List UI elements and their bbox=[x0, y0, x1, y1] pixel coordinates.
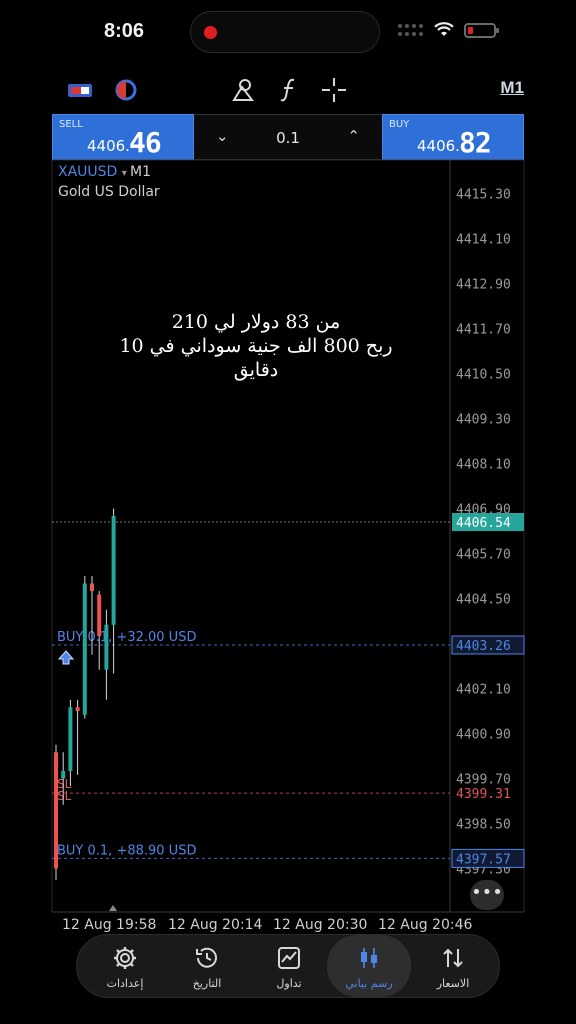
symbol-name: XAUUSD bbox=[58, 164, 118, 180]
buy-position-line-1-label: BUY 0.1, +32.00 USD bbox=[57, 630, 196, 645]
time-axis-label: 12 Aug 20:30 bbox=[273, 917, 367, 933]
buy-price-big: 82 bbox=[459, 126, 492, 159]
time-scroll-marker-icon bbox=[109, 905, 117, 911]
more-options-button[interactable]: ••• bbox=[470, 880, 504, 910]
caption-line-1: من 83 دولار لي 210 bbox=[171, 311, 341, 333]
crosshair-icon[interactable] bbox=[320, 76, 348, 104]
buy-position-line-2-tag bbox=[451, 848, 525, 868]
price-axis-label: 4402.10 bbox=[456, 683, 511, 698]
price-axis-label: 4397.30 bbox=[456, 863, 511, 878]
bottom-nav: إعدادات التاريخ تداول رسم بياني الاسعار bbox=[76, 934, 500, 998]
quotes-icon bbox=[443, 948, 463, 968]
buy-position-line-1-tag bbox=[451, 635, 525, 655]
gear-icon bbox=[114, 947, 136, 969]
sl-label: SL bbox=[57, 789, 72, 803]
time-axis-label: 12 Aug 19:58 bbox=[62, 917, 156, 933]
price-axis-label: 4400.90 bbox=[456, 728, 511, 743]
nav-settings-label: إعدادات bbox=[106, 977, 144, 990]
time-axis-label: 12 Aug 20:46 bbox=[378, 917, 472, 933]
recording-dot-icon bbox=[204, 26, 217, 39]
nav-settings[interactable]: إعدادات bbox=[83, 935, 167, 997]
nav-chart-label: رسم بياني bbox=[345, 977, 393, 990]
bear-candle bbox=[97, 594, 102, 636]
nav-history[interactable]: التاريخ bbox=[165, 935, 249, 997]
symbol-description: Gold US Dollar bbox=[58, 184, 160, 200]
price-axis-label: 4398.50 bbox=[456, 818, 511, 833]
nav-trade[interactable]: تداول bbox=[247, 935, 331, 997]
candles-icon bbox=[361, 948, 377, 968]
current-price-tag bbox=[452, 513, 524, 531]
chart-symbol: XAUUSD ▾ M1 bbox=[58, 164, 151, 180]
lot-size-control: ⌄ 0.1 ⌃ bbox=[194, 114, 382, 160]
status-icons bbox=[398, 22, 499, 38]
trade-chart-icon bbox=[278, 947, 300, 969]
sl-price: 4399.31 bbox=[456, 787, 511, 802]
bull-candle bbox=[68, 707, 73, 771]
one-click-trade-panel: SELL 4406. 46 ⌄ 0.1 ⌃ BUY 4406. 82 bbox=[52, 114, 524, 160]
price-axis-label: 4412.90 bbox=[456, 278, 511, 293]
objects-icon[interactable] bbox=[229, 76, 257, 104]
sell-price-big: 46 bbox=[129, 126, 162, 159]
price-axis-label: 4415.30 bbox=[456, 188, 511, 203]
function-icon[interactable] bbox=[275, 76, 303, 104]
caption-overlay: من 83 دولار لي 210 ربح 800 الف جنية سودا… bbox=[96, 310, 416, 382]
buy-entry-arrow-icon bbox=[57, 650, 75, 665]
sell-price-prefix: 4406. bbox=[87, 137, 130, 155]
bull-candle bbox=[82, 583, 87, 715]
buy-position-line-1-price: 4403.26 bbox=[456, 639, 511, 654]
price-axis-label: 4411.70 bbox=[456, 323, 511, 338]
price-axis-label: 4410.50 bbox=[456, 368, 511, 383]
status-time: 8:06 bbox=[104, 20, 145, 42]
account-switch-icon[interactable] bbox=[66, 76, 94, 104]
price-axis-label: 4399.70 bbox=[456, 773, 511, 788]
buy-position-line-2-label: BUY 0.1, +88.90 USD bbox=[57, 843, 196, 858]
chart-toolbar bbox=[0, 70, 576, 108]
sell-label: SELL bbox=[59, 119, 83, 130]
lot-increase-icon[interactable]: ⌃ bbox=[347, 127, 360, 145]
wifi-icon bbox=[434, 22, 454, 36]
cellular-signal-icon bbox=[398, 24, 424, 36]
dynamic-island bbox=[190, 11, 380, 53]
caption-line-2: ربح 800 الف جنية سوداني في 10 دقايق bbox=[119, 335, 393, 381]
sell-button[interactable]: SELL 4406. 46 bbox=[52, 114, 194, 160]
time-axis-label: 12 Aug 20:14 bbox=[168, 917, 262, 933]
buy-button[interactable]: BUY 4406. 82 bbox=[382, 114, 524, 160]
history-icon bbox=[196, 947, 217, 968]
nav-quotes[interactable]: الاسعار bbox=[411, 935, 495, 997]
bull-candle bbox=[111, 516, 116, 625]
chart-frame bbox=[51, 159, 525, 913]
nav-quotes-label: الاسعار bbox=[436, 977, 470, 990]
symbol-timeframe: M1 bbox=[130, 164, 151, 180]
price-axis-label: 4406.90 bbox=[456, 503, 511, 518]
buy-label: BUY bbox=[389, 119, 410, 130]
price-axis-label: 4408.10 bbox=[456, 458, 511, 473]
price-axis-label: 4404.50 bbox=[456, 593, 511, 608]
nav-trade-label: تداول bbox=[276, 977, 302, 990]
current-price-label: 4406.54 bbox=[456, 516, 511, 531]
buy-position-line-2-price: 4397.57 bbox=[456, 852, 511, 867]
nav-chart[interactable]: رسم بياني bbox=[327, 935, 411, 997]
battery-icon bbox=[464, 22, 499, 38]
bear-candle bbox=[90, 583, 94, 591]
bull-candle bbox=[61, 771, 66, 779]
bull-candle bbox=[104, 624, 109, 670]
price-axis-label: 4405.70 bbox=[456, 548, 511, 563]
bear-candle bbox=[75, 707, 80, 711]
indicator-icon[interactable] bbox=[112, 76, 140, 104]
price-axis-label: 4409.30 bbox=[456, 413, 511, 428]
sl-label: SL bbox=[57, 777, 72, 791]
price-axis-label: 4414.10 bbox=[456, 233, 511, 248]
nav-history-label: التاريخ bbox=[192, 977, 222, 990]
timeframe-selector[interactable]: M1 bbox=[500, 78, 524, 98]
buy-price-prefix: 4406. bbox=[417, 137, 460, 155]
bear-candle bbox=[54, 752, 58, 869]
